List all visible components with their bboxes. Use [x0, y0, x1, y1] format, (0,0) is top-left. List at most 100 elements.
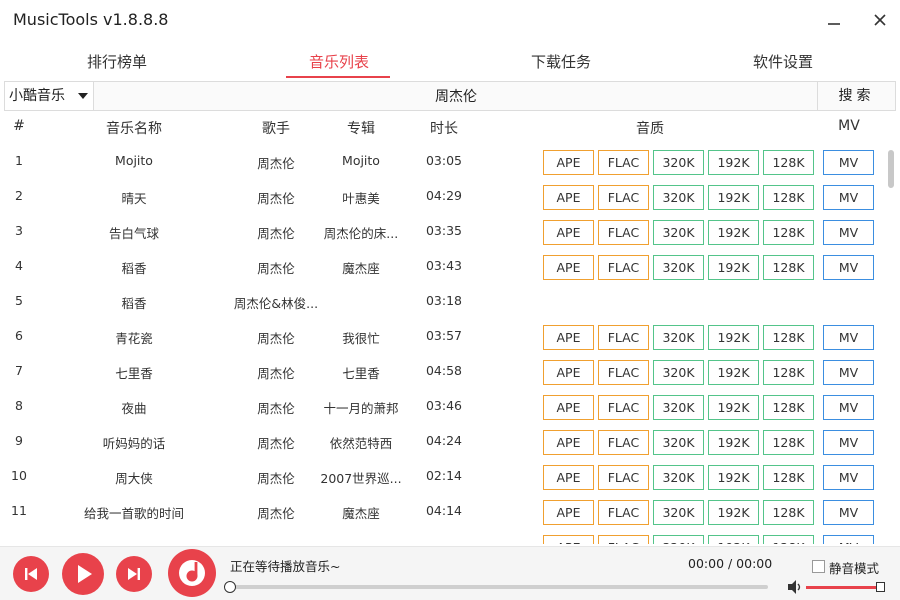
search-button[interactable]: 搜索: [817, 82, 895, 110]
progress-knob[interactable]: [224, 581, 236, 593]
mv-button[interactable]: MV: [823, 220, 874, 245]
song-row[interactable]: 9 听妈妈的话 周杰伦 依然范特西 04:24 APE FLAC 320K 192K 128K MV: [0, 424, 884, 459]
quality-ape-button[interactable]: APE: [543, 255, 594, 280]
mv-button[interactable]: MV: [823, 395, 874, 420]
quality-128k-button[interactable]: 128K: [763, 430, 814, 455]
quality-ape-button[interactable]: APE: [543, 325, 594, 350]
quality-128k-button[interactable]: 128K: [763, 360, 814, 385]
song-row[interactable]: APE FLAC 320K 192K 128K MV: [0, 529, 884, 544]
quality-320k-button[interactable]: 320K: [653, 535, 704, 544]
quality-flac-button[interactable]: FLAC: [598, 185, 649, 210]
quality-320k-button[interactable]: 320K: [653, 325, 704, 350]
volume-icon[interactable]: [786, 579, 804, 595]
volume-slider[interactable]: [806, 586, 882, 589]
quality-320k-button[interactable]: 320K: [653, 220, 704, 245]
source-select[interactable]: 小酷音乐: [5, 82, 94, 110]
quality-320k-button[interactable]: 320K: [653, 360, 704, 385]
mv-button[interactable]: MV: [823, 465, 874, 490]
song-row[interactable]: 5 稻香 周杰伦&林俊... 03:18: [0, 284, 884, 319]
song-row[interactable]: 7 七里香 周杰伦 七里香 04:58 APE FLAC 320K 192K 128K MV: [0, 354, 884, 389]
quality-192k-button[interactable]: 192K: [708, 185, 759, 210]
quality-128k-button[interactable]: 128K: [763, 255, 814, 280]
tab-settings[interactable]: 软件设置: [728, 42, 838, 78]
quality-192k-button[interactable]: 192K: [708, 220, 759, 245]
quality-128k-button[interactable]: 128K: [763, 325, 814, 350]
quality-320k-button[interactable]: 320K: [653, 255, 704, 280]
quality-128k-button[interactable]: 128K: [763, 185, 814, 210]
quality-128k-button[interactable]: 128K: [763, 150, 814, 175]
quality-ape-button[interactable]: APE: [543, 150, 594, 175]
scrollbar-thumb[interactable]: [888, 150, 894, 188]
quality-128k-button[interactable]: 128K: [763, 395, 814, 420]
quality-flac-button[interactable]: FLAC: [598, 465, 649, 490]
quality-flac-button[interactable]: FLAC: [598, 220, 649, 245]
source-select-value: 小酷音乐: [9, 88, 65, 104]
search-input[interactable]: [95, 82, 817, 110]
quality-192k-button[interactable]: 192K: [708, 430, 759, 455]
quality-192k-button[interactable]: 192K: [708, 465, 759, 490]
tab-music-list[interactable]: 音乐列表: [284, 42, 394, 78]
volume-knob[interactable]: [876, 582, 885, 592]
song-singer: 周杰伦: [257, 331, 295, 346]
quality-ape-button[interactable]: APE: [543, 535, 594, 544]
previous-button[interactable]: [13, 556, 49, 592]
quality-320k-button[interactable]: 320K: [653, 185, 704, 210]
quality-flac-button[interactable]: FLAC: [598, 535, 649, 544]
minimize-button[interactable]: [822, 8, 846, 32]
quality-320k-button[interactable]: 320K: [653, 500, 704, 525]
quality-flac-button[interactable]: FLAC: [598, 500, 649, 525]
mv-button[interactable]: MV: [823, 500, 874, 525]
quality-128k-button[interactable]: 128K: [763, 465, 814, 490]
quality-128k-button[interactable]: 128K: [763, 500, 814, 525]
quality-192k-button[interactable]: 192K: [708, 500, 759, 525]
close-button[interactable]: [868, 8, 892, 32]
quality-320k-button[interactable]: 320K: [653, 395, 704, 420]
quality-320k-button[interactable]: 320K: [653, 430, 704, 455]
mv-button[interactable]: MV: [823, 360, 874, 385]
quality-flac-button[interactable]: FLAC: [598, 325, 649, 350]
mv-button[interactable]: MV: [823, 150, 874, 175]
quality-flac-button[interactable]: FLAC: [598, 150, 649, 175]
tab-downloads[interactable]: 下载任务: [506, 42, 616, 78]
mv-button[interactable]: MV: [823, 430, 874, 455]
quality-flac-button[interactable]: FLAC: [598, 430, 649, 455]
quality-320k-button[interactable]: 320K: [653, 465, 704, 490]
quality-ape-button[interactable]: APE: [543, 500, 594, 525]
mute-checkbox[interactable]: [812, 560, 825, 573]
quality-192k-button[interactable]: 192K: [708, 395, 759, 420]
quality-192k-button[interactable]: 192K: [708, 325, 759, 350]
quality-ape-button[interactable]: APE: [543, 465, 594, 490]
song-row[interactable]: 2 晴天 周杰伦 叶惠美 04:29 APE FLAC 320K 192K 128K MV: [0, 179, 884, 214]
song-row[interactable]: 6 青花瓷 周杰伦 我很忙 03:57 APE FLAC 320K 192K 128K MV: [0, 319, 884, 354]
song-row[interactable]: 3 告白气球 周杰伦 周杰伦的床... 03:35 APE FLAC 320K 192K 128K…: [0, 214, 884, 249]
quality-192k-button[interactable]: 192K: [708, 150, 759, 175]
play-button[interactable]: [62, 553, 104, 595]
quality-128k-button[interactable]: 128K: [763, 220, 814, 245]
quality-ape-button[interactable]: APE: [543, 220, 594, 245]
quality-flac-button[interactable]: FLAC: [598, 395, 649, 420]
tab-chart[interactable]: 排行榜单: [62, 42, 172, 78]
quality-ape-button[interactable]: APE: [543, 185, 594, 210]
song-row[interactable]: 8 夜曲 周杰伦 十一月的萧邦 03:46 APE FLAC 320K 192K 128K MV: [0, 389, 884, 424]
quality-192k-button[interactable]: 192K: [708, 535, 759, 544]
quality-ape-button[interactable]: APE: [543, 395, 594, 420]
progress-track[interactable]: [230, 585, 768, 589]
next-button[interactable]: [116, 556, 152, 592]
mv-button[interactable]: MV: [823, 255, 874, 280]
quality-ape-button[interactable]: APE: [543, 430, 594, 455]
quality-flac-button[interactable]: FLAC: [598, 360, 649, 385]
song-row[interactable]: 4 稻香 周杰伦 魔杰座 03:43 APE FLAC 320K 192K 128K MV: [0, 249, 884, 284]
scrollbar-track[interactable]: [884, 144, 898, 544]
quality-128k-button[interactable]: 128K: [763, 535, 814, 544]
mv-button[interactable]: MV: [823, 185, 874, 210]
mv-button[interactable]: MV: [823, 535, 874, 544]
song-row[interactable]: 10 周大侠 周杰伦 2007世界巡... 02:14 APE FLAC 320K 192K 12…: [0, 459, 884, 494]
quality-320k-button[interactable]: 320K: [653, 150, 704, 175]
quality-192k-button[interactable]: 192K: [708, 255, 759, 280]
quality-ape-button[interactable]: APE: [543, 360, 594, 385]
quality-flac-button[interactable]: FLAC: [598, 255, 649, 280]
quality-192k-button[interactable]: 192K: [708, 360, 759, 385]
song-row[interactable]: 11 给我一首歌的时间 周杰伦 魔杰座 04:14 APE FLAC 320K 192K 128K…: [0, 494, 884, 529]
mv-button[interactable]: MV: [823, 325, 874, 350]
song-row[interactable]: 1 Mojito 周杰伦 Mojito 03:05 APE FLAC 320K 192K 128K…: [0, 144, 884, 179]
